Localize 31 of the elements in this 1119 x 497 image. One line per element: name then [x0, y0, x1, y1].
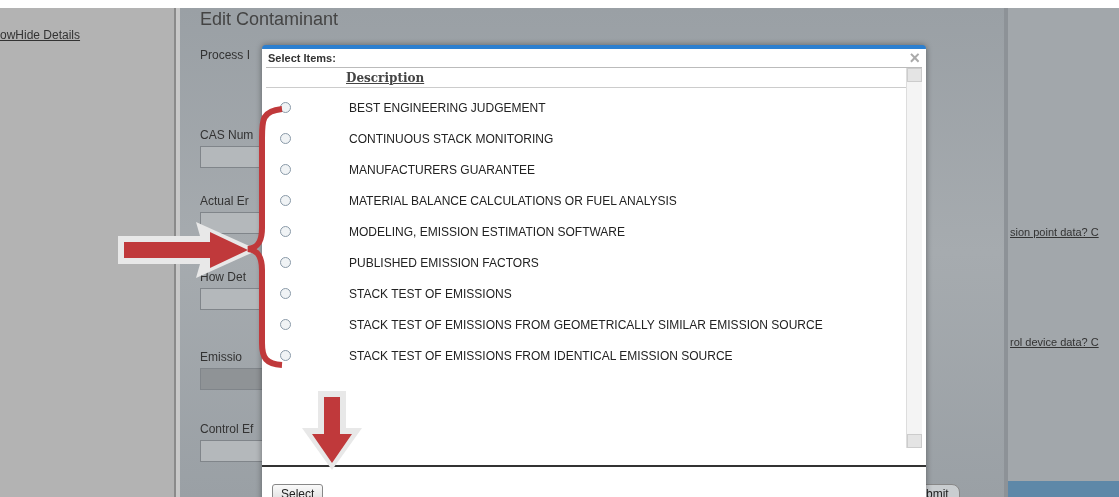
form-title: Edit Contaminant: [200, 10, 340, 28]
radio-button[interactable]: [280, 319, 291, 330]
option-label[interactable]: BEST ENGINEERING JUDGEMENT: [349, 98, 546, 117]
field-label: How Det: [200, 269, 246, 286]
field-label: Emissio: [200, 349, 242, 366]
option-label[interactable]: MANUFACTURERS GUARANTEE: [349, 160, 536, 179]
option-label[interactable]: CONTINUOUS STACK MONITORING: [349, 129, 554, 148]
column-header[interactable]: Description: [346, 68, 425, 87]
help-link[interactable]: rol device data? C: [1010, 334, 1099, 351]
radio-button[interactable]: [280, 288, 291, 299]
radio-button[interactable]: [280, 195, 291, 206]
radio-button[interactable]: [280, 133, 291, 144]
option-label[interactable]: PUBLISHED EMISSION FACTORS: [349, 253, 539, 272]
radio-button[interactable]: [280, 164, 291, 175]
radio-button[interactable]: [280, 350, 291, 361]
option-label[interactable]: STACK TEST OF EMISSIONS: [349, 284, 512, 303]
option-label[interactable]: MATERIAL BALANCE CALCULATIONS OR FUEL ANALYSIS: [349, 191, 677, 210]
dialog-title: Select Items:: [268, 50, 336, 66]
field-label: CAS Num: [200, 127, 254, 144]
option-label[interactable]: MODELING, EMISSION ESTIMATION SOFTWARE: [349, 222, 626, 241]
scrollbar[interactable]: [906, 68, 922, 448]
option-label[interactable]: STACK TEST OF EMISSIONS FROM GEOMETRICALLY SIMILAR EMISSION SOURCE: [349, 315, 823, 334]
help-link[interactable]: sion point data? C: [1010, 224, 1099, 241]
field-label: Actual Er: [200, 193, 249, 210]
radio-button[interactable]: [280, 102, 291, 113]
show-hide-details-link[interactable]: owHide Details: [0, 26, 174, 44]
field-label: Process I: [200, 47, 250, 64]
radio-button[interactable]: [280, 226, 291, 237]
field-label: Control Ef: [200, 421, 254, 438]
radio-button[interactable]: [280, 257, 291, 268]
option-label[interactable]: STACK TEST OF EMISSIONS FROM IDENTICAL EMISSION SOURCE: [349, 346, 733, 365]
